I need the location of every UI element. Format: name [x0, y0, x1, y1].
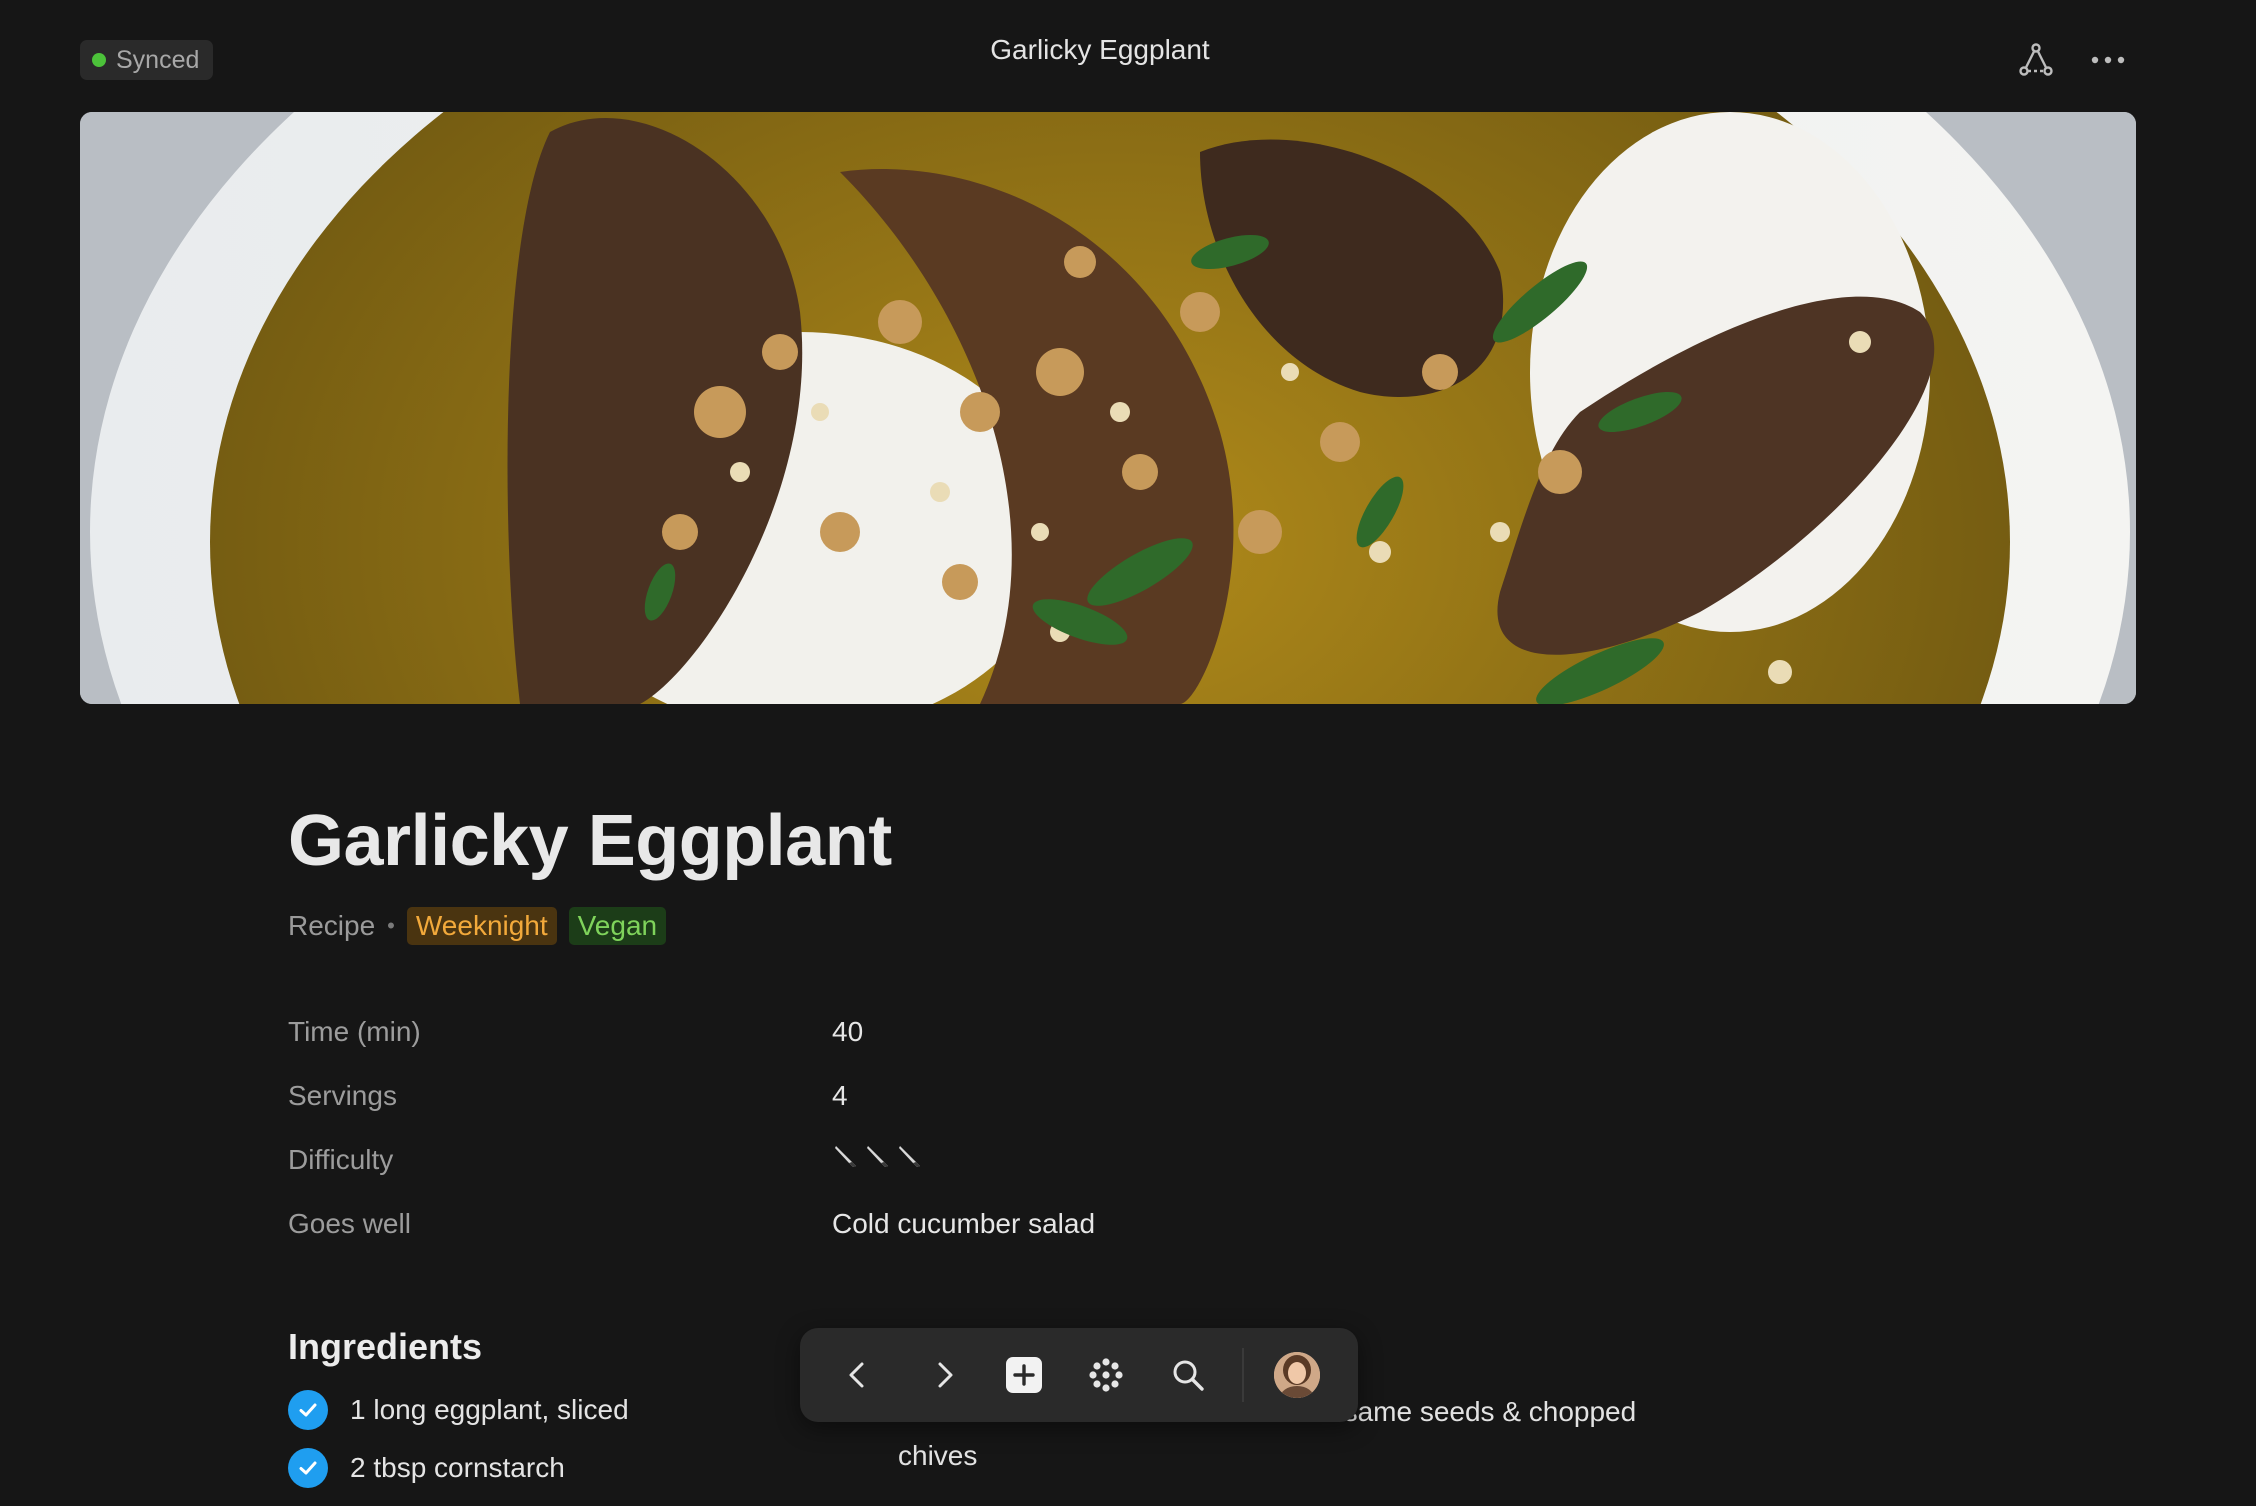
- step-line: chives: [898, 1440, 978, 1471]
- share-network-icon[interactable]: [2016, 40, 2056, 80]
- property-row-servings[interactable]: Servings 4: [288, 1080, 1688, 1144]
- page-meta-row: Recipe • Weeknight Vegan: [288, 906, 667, 946]
- floating-toolbar: [800, 1328, 1358, 1422]
- ingredient-text[interactable]: 2 tbsp cornstarch: [350, 1448, 565, 1485]
- meta-separator: •: [387, 913, 395, 938]
- ingredient-text[interactable]: 1 long eggplant, sliced: [350, 1390, 629, 1427]
- more-dots-icon[interactable]: [2088, 40, 2128, 80]
- property-value[interactable]: 4: [832, 1080, 848, 1112]
- tag-vegan[interactable]: Vegan: [568, 907, 667, 945]
- property-row-time[interactable]: Time (min) 40: [288, 1016, 1688, 1080]
- property-value[interactable]: 40: [832, 1016, 863, 1048]
- difficulty-rating[interactable]: [832, 1142, 924, 1170]
- properties-table: Time (min) 40 Servings 4 Difficulty Goes…: [288, 1016, 1688, 1272]
- ingredients-heading: Ingredients: [288, 1326, 483, 1367]
- cover-image[interactable]: [80, 112, 2136, 704]
- property-label: Difficulty: [288, 1144, 394, 1175]
- top-bar: Synced Garlicky Eggplant: [0, 0, 2256, 110]
- chevron-left-icon[interactable]: [834, 1351, 882, 1399]
- page-type[interactable]: Recipe: [288, 910, 375, 942]
- page-title[interactable]: Garlicky Eggplant: [288, 800, 892, 882]
- list-item: 2 tbsp cornstarch: [288, 1448, 629, 1506]
- checkbox-checked-icon[interactable]: [288, 1448, 328, 1488]
- tag-weeknight[interactable]: Weeknight: [406, 907, 557, 945]
- knife-icon: [835, 1146, 856, 1167]
- toolbar-divider: [1242, 1348, 1244, 1402]
- chevron-right-icon[interactable]: [920, 1351, 968, 1399]
- flower-grid-icon[interactable]: [1082, 1351, 1130, 1399]
- property-row-goes-well[interactable]: Goes well Cold cucumber salad: [288, 1208, 1688, 1272]
- window-title: Garlicky Eggplant: [990, 34, 1210, 65]
- property-label: Servings: [288, 1080, 397, 1111]
- property-label: Time (min): [288, 1016, 421, 1047]
- search-icon[interactable]: [1164, 1351, 1212, 1399]
- ingredients-list: 1 long eggplant, sliced 2 tbsp cornstarc…: [288, 1390, 629, 1506]
- list-item: 1 long eggplant, sliced: [288, 1390, 629, 1448]
- property-value[interactable]: Cold cucumber salad: [832, 1208, 1095, 1240]
- knife-icon: [899, 1146, 920, 1167]
- user-avatar[interactable]: [1274, 1352, 1320, 1398]
- property-row-difficulty[interactable]: Difficulty: [288, 1144, 1688, 1208]
- plus-square-icon[interactable]: [1000, 1351, 1048, 1399]
- property-label: Goes well: [288, 1208, 411, 1239]
- knife-icon: [867, 1146, 888, 1167]
- checkbox-checked-icon[interactable]: [288, 1390, 328, 1430]
